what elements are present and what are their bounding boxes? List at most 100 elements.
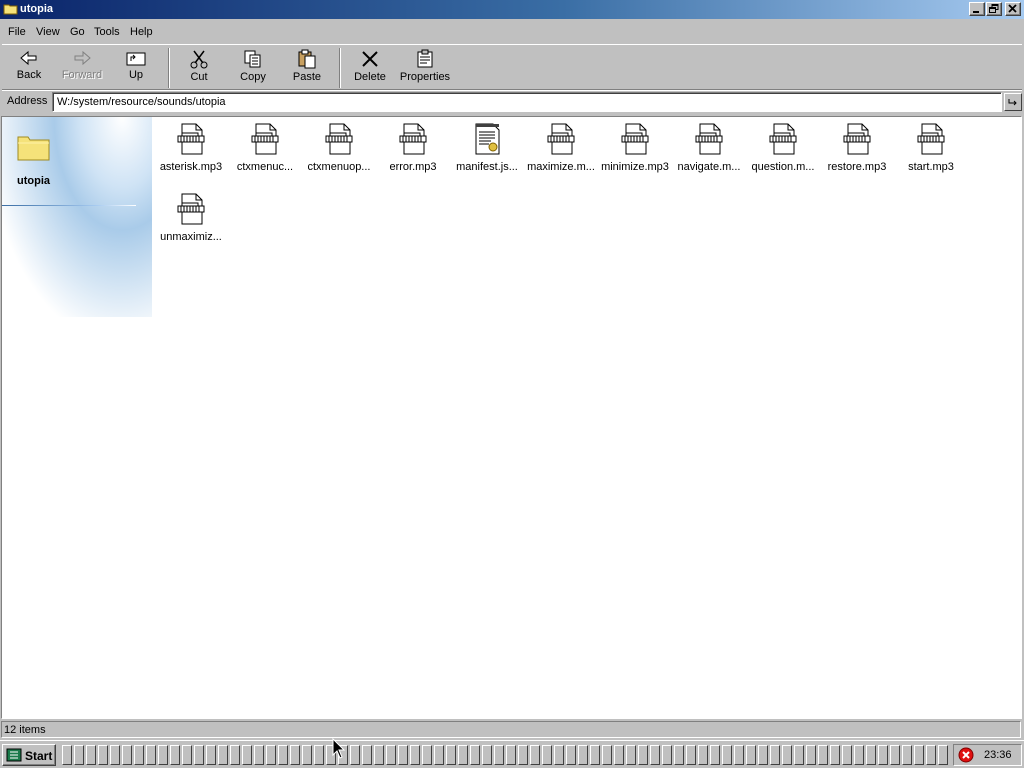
file-view[interactable]: utopia asterisk.mp3 ctxmenuc... ctxmenuop.… (1, 116, 1022, 719)
taskbar-slot[interactable] (686, 745, 696, 765)
taskbar-slot[interactable] (242, 745, 252, 765)
taskbar-slot[interactable] (170, 745, 180, 765)
taskbar-slot[interactable] (86, 745, 96, 765)
taskbar-slot[interactable] (806, 745, 816, 765)
error-icon[interactable] (958, 747, 974, 763)
taskbar-slot[interactable] (218, 745, 228, 765)
file-item[interactable]: start.mp3 (894, 119, 968, 179)
cut-button[interactable]: Cut (172, 47, 226, 89)
taskbar-slot[interactable] (734, 745, 744, 765)
taskbar-slot[interactable] (254, 745, 264, 765)
file-item[interactable]: maximize.m... (524, 119, 598, 179)
taskbar-slot[interactable] (854, 745, 864, 765)
file-item[interactable]: ctxmenuc... (228, 119, 302, 179)
taskbar-slot[interactable] (374, 745, 384, 765)
taskbar-slot[interactable] (602, 745, 612, 765)
restore-button[interactable] (986, 2, 1002, 16)
taskbar-slot[interactable] (842, 745, 852, 765)
taskbar-slot[interactable] (350, 745, 360, 765)
taskbar-slot[interactable] (638, 745, 648, 765)
start-button[interactable]: Start (2, 744, 56, 766)
minimize-button[interactable] (969, 2, 985, 16)
taskbar-slot[interactable] (530, 745, 540, 765)
taskbar-slot[interactable] (614, 745, 624, 765)
file-item[interactable]: error.mp3 (376, 119, 450, 179)
taskbar-slot[interactable] (890, 745, 900, 765)
menu-help[interactable]: Help (130, 26, 153, 38)
taskbar-slot[interactable] (158, 745, 168, 765)
taskbar-slot[interactable] (554, 745, 564, 765)
taskbar-slot[interactable] (758, 745, 768, 765)
taskbar-slot[interactable] (662, 745, 672, 765)
file-item[interactable]: minimize.mp3 (598, 119, 672, 179)
taskbar-slot[interactable] (794, 745, 804, 765)
up-button[interactable]: Up (109, 47, 163, 89)
taskbar-slot[interactable] (410, 745, 420, 765)
taskbar-slot[interactable] (674, 745, 684, 765)
menu-file[interactable]: File (8, 26, 26, 38)
taskbar-slot[interactable] (302, 745, 312, 765)
menu-tools[interactable]: Tools (94, 26, 120, 38)
taskbar-slot[interactable] (782, 745, 792, 765)
file-item[interactable]: manifest.js... (450, 119, 524, 179)
taskbar-slot[interactable] (98, 745, 108, 765)
file-item[interactable]: ctxmenuop... (302, 119, 376, 179)
paste-button[interactable]: Paste (280, 47, 334, 89)
taskbar-slot[interactable] (770, 745, 780, 765)
taskbar-slot[interactable] (434, 745, 444, 765)
file-item[interactable]: restore.mp3 (820, 119, 894, 179)
taskbar-slot[interactable] (650, 745, 660, 765)
taskbar-slot[interactable] (926, 745, 936, 765)
taskbar-slot[interactable] (902, 745, 912, 765)
file-item[interactable]: navigate.m... (672, 119, 746, 179)
delete-button[interactable]: Delete (343, 47, 397, 89)
taskbar-slot[interactable] (470, 745, 480, 765)
forward-button[interactable]: Forward (55, 47, 109, 89)
taskbar-slot[interactable] (506, 745, 516, 765)
taskbar-slot[interactable] (278, 745, 288, 765)
address-input[interactable]: W:/system/resource/sounds/utopia (52, 92, 1002, 112)
taskbar-slot[interactable] (566, 745, 576, 765)
menu-go[interactable]: Go (70, 26, 85, 38)
taskbar-slot[interactable] (458, 745, 468, 765)
taskbar-slot[interactable] (830, 745, 840, 765)
file-item[interactable]: unmaximiz... (154, 189, 228, 249)
title-bar[interactable]: utopia (0, 0, 1024, 19)
taskbar-slot[interactable] (62, 745, 72, 765)
taskbar-slot[interactable] (722, 745, 732, 765)
taskbar-slot[interactable] (878, 745, 888, 765)
taskbar-slot[interactable] (122, 745, 132, 765)
copy-button[interactable]: Copy (226, 47, 280, 89)
properties-button[interactable]: Properties (398, 47, 452, 89)
taskbar-slot[interactable] (914, 745, 924, 765)
taskbar-slot[interactable] (386, 745, 396, 765)
taskbar-slot[interactable] (290, 745, 300, 765)
taskbar-slot[interactable] (818, 745, 828, 765)
taskbar-slot[interactable] (518, 745, 528, 765)
taskbar-slot[interactable] (746, 745, 756, 765)
taskbar-slot[interactable] (146, 745, 156, 765)
taskbar-slot[interactable] (446, 745, 456, 765)
taskbar-slot[interactable] (266, 745, 276, 765)
address-go-button[interactable] (1004, 93, 1022, 111)
taskbar-slot[interactable] (578, 745, 588, 765)
taskbar-slot[interactable] (74, 745, 84, 765)
menu-view[interactable]: View (36, 26, 60, 38)
taskbar-slot[interactable] (938, 745, 948, 765)
taskbar-slot[interactable] (494, 745, 504, 765)
taskbar-slot[interactable] (422, 745, 432, 765)
taskbar-slot[interactable] (866, 745, 876, 765)
back-button[interactable]: Back (2, 47, 56, 89)
taskbar-slot[interactable] (542, 745, 552, 765)
file-item[interactable]: asterisk.mp3 (154, 119, 228, 179)
taskbar-slot[interactable] (206, 745, 216, 765)
taskbar-slot[interactable] (110, 745, 120, 765)
taskbar-slot[interactable] (230, 745, 240, 765)
taskbar-slot[interactable] (362, 745, 372, 765)
taskbar-slot[interactable] (698, 745, 708, 765)
file-item[interactable]: question.m... (746, 119, 820, 179)
taskbar-slot[interactable] (194, 745, 204, 765)
taskbar-slot[interactable] (482, 745, 492, 765)
taskbar-slot[interactable] (626, 745, 636, 765)
close-button[interactable] (1005, 2, 1021, 16)
